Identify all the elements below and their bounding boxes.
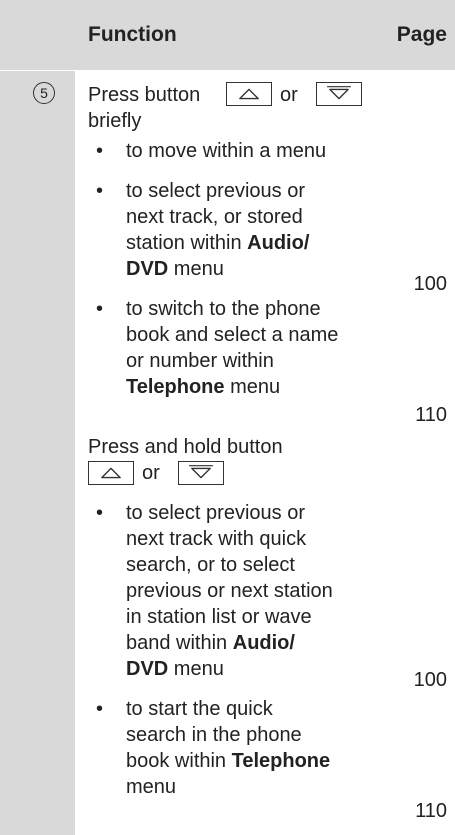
list-item-text: search, or to select [126, 554, 295, 576]
table-header-band [0, 0, 455, 70]
list-item-text: menu [126, 776, 177, 798]
circled-number-icon: 5 [33, 82, 55, 104]
briefly-text: briefly [88, 110, 142, 132]
up-arrow-key-icon [88, 461, 134, 485]
press-and-hold-text: Press and hold button [88, 436, 283, 458]
list-item-text: search in the phone [126, 724, 302, 746]
bullet: • [96, 140, 104, 162]
list-item-text: to select previous or [126, 180, 305, 202]
function-column-header: Function [88, 23, 177, 46]
press-button-text: Press button [88, 84, 201, 106]
header-divider [0, 70, 455, 71]
list-item-text: book and select a name [126, 324, 339, 346]
bullet: • [96, 298, 104, 320]
list-item-text: or number within [126, 350, 274, 372]
page-ref: 110 [415, 404, 447, 426]
bullet: • [96, 502, 104, 524]
page-column-header: Page [396, 23, 447, 46]
list-item-text: to move within a menu [126, 140, 327, 162]
list-item-text: in station list or wave [126, 606, 312, 628]
up-arrow-key-icon [226, 82, 272, 106]
list-item-text: book within Telephone [126, 750, 331, 772]
page-ref: 100 [413, 669, 447, 691]
list-item-text: Telephone menu [126, 376, 281, 398]
bullet: • [96, 180, 104, 202]
list-item-text: next track with quick [126, 528, 307, 550]
list-item-text: station within Audio/ [126, 232, 310, 254]
list-item-text: to start the quick [126, 698, 273, 720]
or-text: or [142, 462, 160, 484]
bullet: • [96, 698, 104, 720]
list-item-text: DVD menu [126, 258, 224, 280]
list-item-text: next track, or stored [126, 206, 303, 228]
row-number-column [0, 70, 75, 835]
list-item-text: DVD menu [126, 658, 224, 680]
list-item-text: band within Audio/ [126, 632, 295, 654]
list-item-text: to select previous or [126, 502, 305, 524]
down-arrow-key-icon [178, 461, 224, 485]
list-item-text: previous or next station [126, 580, 333, 602]
down-arrow-key-icon [316, 82, 362, 106]
page-ref: 100 [413, 273, 447, 295]
or-text: or [280, 84, 298, 106]
list-item-text: to switch to the phone [126, 298, 321, 320]
page-ref: 110 [415, 800, 447, 822]
